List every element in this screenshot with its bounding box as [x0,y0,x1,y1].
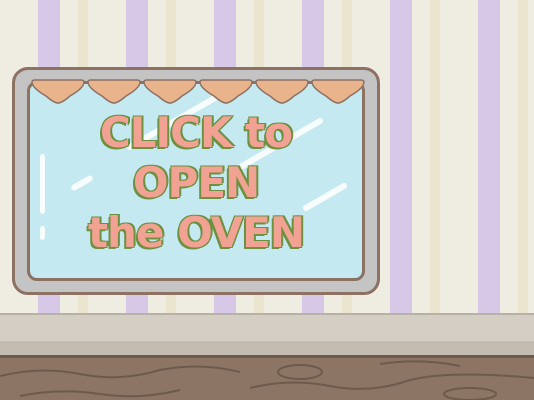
label-line: the OVEN [87,208,305,257]
scallop [311,79,365,104]
label-line: OPEN [132,158,260,207]
click-to-open-oven-label[interactable]: CLICK to OPEN the OVEN [12,108,380,258]
countertop [0,313,534,355]
wood-grain [0,360,534,400]
scallop [199,79,253,104]
wooden-counter-front [0,355,534,400]
scallop [87,79,141,104]
scallop [143,79,197,104]
label-line: CLICK to [99,108,293,157]
scallop-trim [31,79,365,104]
scallop [31,79,85,104]
scallop [255,79,309,104]
